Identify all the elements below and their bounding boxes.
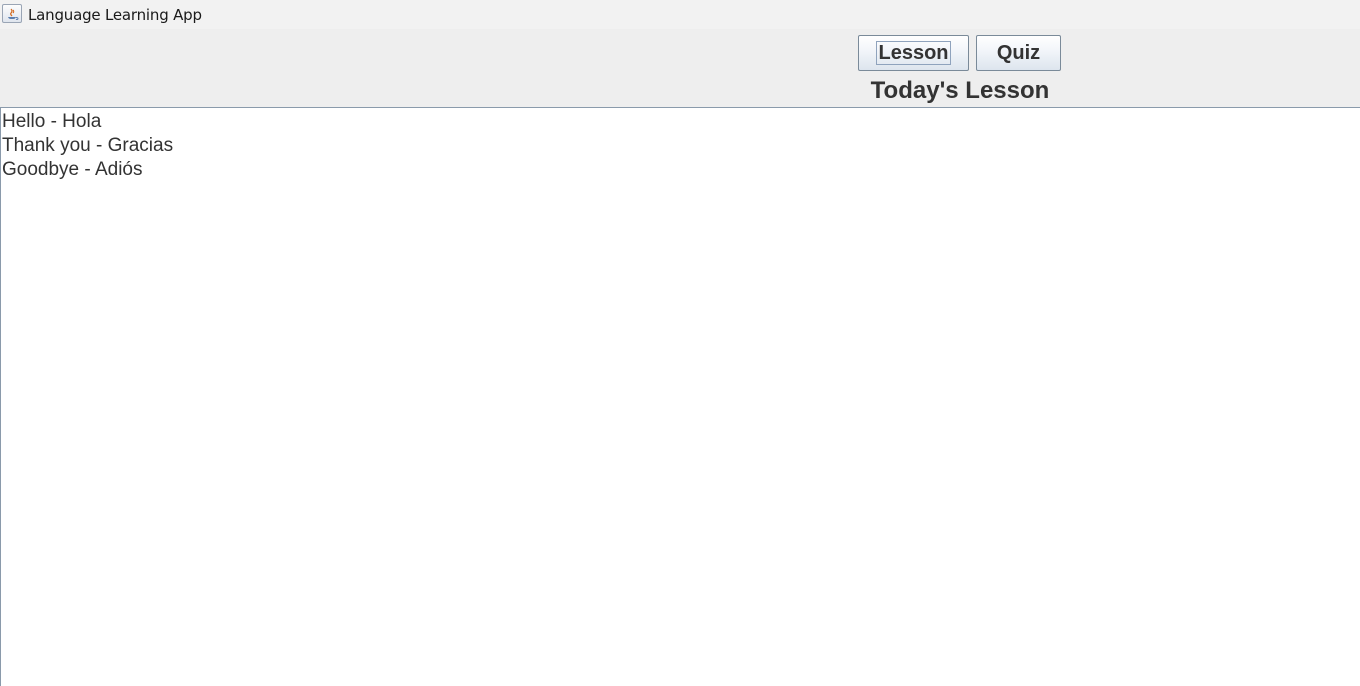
quiz-button[interactable]: Quiz — [976, 35, 1061, 71]
java-icon[interactable] — [2, 4, 22, 23]
lesson-line: Hello - Hola — [2, 111, 102, 132]
page-title: Today's Lesson — [870, 77, 1050, 104]
quiz-button-label: Quiz — [996, 41, 1041, 64]
lesson-line: Thank you - Gracias — [2, 135, 174, 156]
lesson-button[interactable]: Lesson — [858, 35, 969, 71]
window-titlebar: Language Learning App — [0, 0, 1360, 29]
lesson-text-area[interactable]: Hello - Hola Thank you - Gracias Goodbye… — [0, 107, 1360, 686]
lesson-button-label: Lesson — [876, 41, 951, 65]
toolbar: Lesson Quiz Today's Lesson — [0, 29, 1360, 107]
lesson-line: Goodbye - Adiós — [2, 159, 143, 180]
window-title: Language Learning App — [28, 6, 202, 24]
